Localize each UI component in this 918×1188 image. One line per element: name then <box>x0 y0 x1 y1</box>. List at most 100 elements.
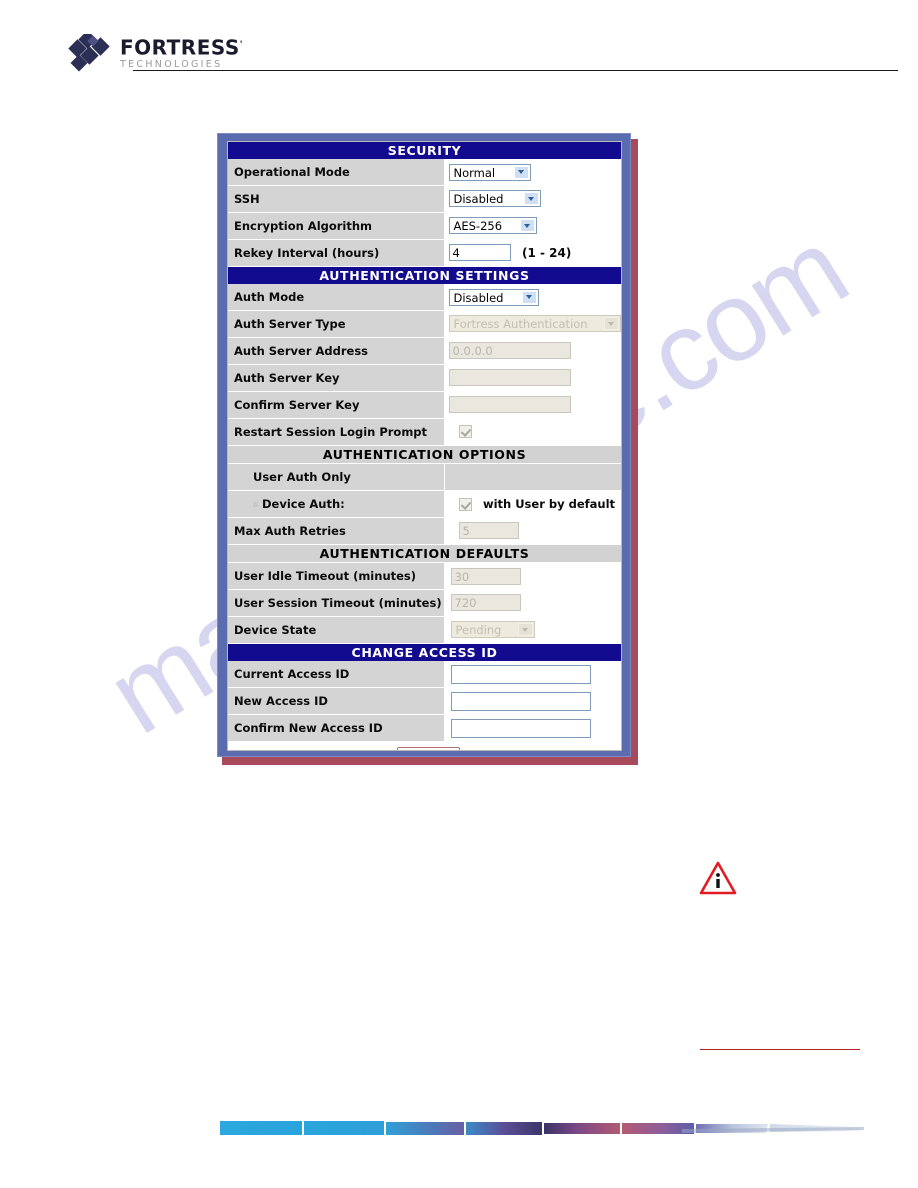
section-header-change-access-id-label: CHANGE ACCESS ID <box>228 643 621 661</box>
brand-trademark: ' <box>239 40 244 50</box>
chevron-down-icon[interactable] <box>519 219 535 233</box>
row-confirm-new-access-id: Confirm New Access ID <box>228 714 621 742</box>
value-user-auth-only <box>444 463 621 491</box>
new-access-id-input[interactable] <box>450 691 591 711</box>
value-encryption-algorithm: AES-256 <box>444 212 621 240</box>
row-max-auth-retries: Max Auth Retries 5 <box>228 517 621 545</box>
row-restart-session-login-prompt: Restart Session Login Prompt <box>228 418 621 446</box>
row-auth-mode: Auth Mode Disabled <box>228 284 621 311</box>
chevron-down-icon[interactable] <box>517 623 533 637</box>
value-new-access-id <box>444 687 621 715</box>
label-auth-server-key: Auth Server Key <box>228 364 445 392</box>
label-auth-mode: Auth Mode <box>228 284 445 311</box>
apply-cell: Apply <box>228 741 621 750</box>
value-device-state: Pending <box>444 616 621 644</box>
label-new-access-id: New Access ID <box>228 687 445 715</box>
chevron-down-icon[interactable] <box>523 192 539 206</box>
row-device-auth: Device Auth: with User by default <box>228 490 621 518</box>
device-state-select[interactable]: Pending <box>450 621 535 639</box>
label-device-state: Device State <box>228 616 445 644</box>
label-device-auth: Device Auth: <box>228 490 445 518</box>
row-user-idle-timeout: User Idle Timeout (minutes) 30 <box>228 562 621 590</box>
section-header-authentication-options-label: AUTHENTICATION OPTIONS <box>228 445 621 464</box>
row-current-access-id: Current Access ID <box>228 661 621 688</box>
device-auth-radio[interactable] <box>253 502 258 507</box>
device-auth-label-text: Device Auth: <box>262 497 345 511</box>
chevron-down-icon[interactable] <box>513 165 529 179</box>
chevron-down-icon[interactable] <box>521 290 537 304</box>
row-operational-mode: Operational Mode Normal <box>228 159 621 186</box>
lower-divider-rule <box>700 1049 860 1050</box>
label-ssh: SSH <box>228 185 445 213</box>
device-auth-checkbox[interactable] <box>458 497 472 511</box>
confirm-server-key-input[interactable] <box>448 396 571 414</box>
rekey-interval-range-hint: (1 - 24) <box>521 245 572 260</box>
value-auth-mode: Disabled <box>444 284 621 311</box>
current-access-id-input[interactable] <box>450 664 591 684</box>
auth-server-key-input[interactable] <box>448 369 571 387</box>
auth-server-type-value: Fortress Authentication <box>453 317 588 332</box>
value-rekey-interval: 4 (1 - 24) <box>444 239 621 267</box>
value-confirm-server-key <box>444 391 621 419</box>
label-rekey-interval: Rekey Interval (hours) <box>228 239 445 267</box>
value-user-session-timeout: 720 <box>444 589 621 617</box>
value-user-idle-timeout: 30 <box>444 562 621 590</box>
auth-server-type-select[interactable]: Fortress Authentication <box>448 315 621 333</box>
brand-name: FORTRESS' <box>120 35 244 60</box>
device-state-value: Pending <box>455 623 502 638</box>
footer-decorative-banner <box>220 1121 864 1135</box>
label-encryption-algorithm: Encryption Algorithm <box>228 212 445 240</box>
label-current-access-id: Current Access ID <box>228 661 445 688</box>
diamond-logo-icon <box>68 34 110 72</box>
encryption-algorithm-select[interactable]: AES-256 <box>448 217 537 235</box>
label-confirm-server-key: Confirm Server Key <box>228 391 445 419</box>
label-user-session-timeout: User Session Timeout (minutes) <box>228 589 445 617</box>
user-session-timeout-input[interactable]: 720 <box>450 594 521 612</box>
value-operational-mode: Normal <box>444 159 621 186</box>
section-header-authentication-defaults-label: AUTHENTICATION DEFAULTS <box>228 544 621 563</box>
chevron-down-icon[interactable] <box>603 317 619 331</box>
row-device-state: Device State Pending <box>228 616 621 644</box>
row-ssh: SSH Disabled <box>228 185 621 213</box>
restart-session-login-prompt-checkbox[interactable] <box>458 425 472 439</box>
section-header-security: SECURITY <box>228 142 621 159</box>
value-confirm-new-access-id <box>444 714 621 742</box>
value-auth-server-address: 0.0.0.0 <box>444 337 621 365</box>
auth-mode-select[interactable]: Disabled <box>448 288 539 306</box>
panel-content: SECURITY Operational Mode Normal SSH Dis… <box>227 141 622 751</box>
value-max-auth-retries: 5 <box>444 517 621 545</box>
row-apply: Apply <box>228 741 621 750</box>
ssh-select[interactable]: Disabled <box>448 190 541 208</box>
label-confirm-new-access-id: Confirm New Access ID <box>228 714 445 742</box>
operational-mode-select[interactable]: Normal <box>448 163 531 181</box>
row-rekey-interval: Rekey Interval (hours) 4 (1 - 24) <box>228 239 621 267</box>
security-configuration-panel: SECURITY Operational Mode Normal SSH Dis… <box>217 133 638 765</box>
auth-mode-value: Disabled <box>453 290 504 305</box>
auth-server-address-input[interactable]: 0.0.0.0 <box>448 342 571 360</box>
section-header-authentication-defaults: AUTHENTICATION DEFAULTS <box>228 544 621 563</box>
row-auth-server-type: Auth Server Type Fortress Authentication <box>228 310 621 338</box>
value-restart-session-login-prompt <box>444 418 621 446</box>
apply-button[interactable]: Apply <box>396 747 461 750</box>
confirm-new-access-id-input[interactable] <box>450 718 591 738</box>
label-auth-server-type: Auth Server Type <box>228 310 445 338</box>
row-user-session-timeout: User Session Timeout (minutes) 720 <box>228 589 621 617</box>
max-auth-retries-input[interactable]: 5 <box>458 522 519 540</box>
label-restart-session-login-prompt: Restart Session Login Prompt <box>228 418 445 446</box>
panel-frame: SECURITY Operational Mode Normal SSH Dis… <box>217 133 631 757</box>
value-device-auth: with User by default <box>444 490 621 518</box>
row-user-auth-only[interactable]: User Auth Only <box>228 463 621 491</box>
section-header-authentication-settings: AUTHENTICATION SETTINGS <box>228 266 621 284</box>
label-user-auth-only: User Auth Only <box>228 463 445 491</box>
info-warning-triangle-icon <box>699 861 737 895</box>
operational-mode-value: Normal <box>453 165 496 180</box>
user-idle-timeout-input[interactable]: 30 <box>450 567 521 585</box>
ssh-value: Disabled <box>453 192 504 207</box>
row-encryption-algorithm: Encryption Algorithm AES-256 <box>228 212 621 240</box>
label-auth-server-address: Auth Server Address <box>228 337 445 365</box>
value-ssh: Disabled <box>444 185 621 213</box>
rekey-interval-input[interactable]: 4 <box>448 244 511 262</box>
row-confirm-server-key: Confirm Server Key <box>228 391 621 419</box>
page-header: FORTRESS' TECHNOLOGIES <box>0 0 918 90</box>
fortress-technologies-logo: FORTRESS' TECHNOLOGIES <box>68 34 268 72</box>
